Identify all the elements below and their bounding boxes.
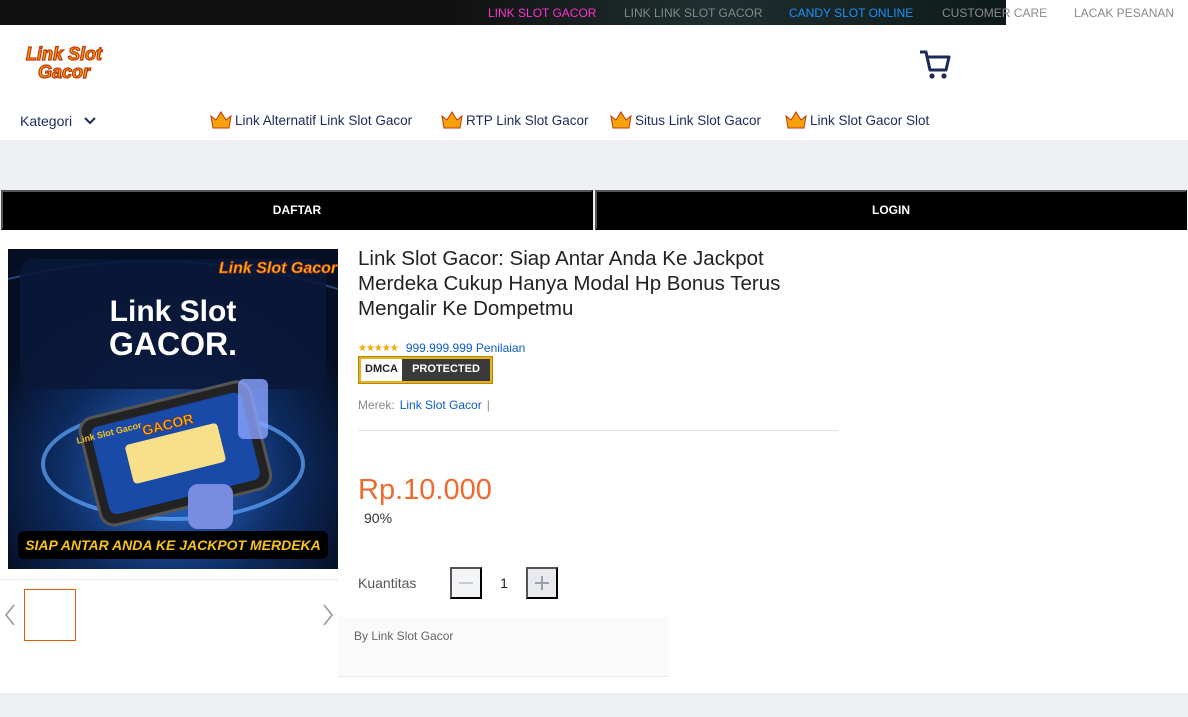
crown-badge-icon <box>610 111 632 129</box>
thumbnail[interactable] <box>24 589 76 641</box>
rating-count-link[interactable]: 999.999.999 Penilaian <box>406 341 525 355</box>
nav-link-label: RTP Link Slot Gacor <box>466 112 589 128</box>
thumbnail-divider <box>0 579 338 580</box>
brand-label: Merek: <box>358 398 395 412</box>
cart-icon[interactable] <box>918 48 952 80</box>
dmca-protected-label: PROTECTED <box>402 359 490 381</box>
banner-headline-1: Link Slot <box>110 295 237 328</box>
product-image[interactable]: Link Slot Gacor Link Slot GACOR. GACOR L… <box>8 249 338 569</box>
seller-box: By Link Slot Gacor <box>338 617 668 677</box>
auth-buttons-row: DAFTAR LOGIN <box>0 190 1188 230</box>
quantity-stepper: 1 <box>450 567 558 599</box>
decrease-button[interactable] <box>450 567 482 599</box>
grey-band <box>0 140 1188 190</box>
rating-row: ★★★★★ 999.999.999 Penilaian <box>358 341 525 355</box>
toplink-link-slot-gacor[interactable]: LINK SLOT GACOR <box>488 6 596 20</box>
toplink-lacak-pesanan[interactable]: LACAK PESANAN <box>1074 6 1174 20</box>
kategori-dropdown[interactable]: Kategori <box>20 113 96 129</box>
toplink-customer-care[interactable]: CUSTOMER CARE <box>942 6 1047 20</box>
nav-link-label: Link Slot Gacor Slot <box>810 112 930 128</box>
top-bar: LINK SLOT GACOR LINK LINK SLOT GACOR CAN… <box>0 0 1188 25</box>
chevron-right-icon[interactable] <box>322 604 334 626</box>
crown-badge-icon <box>785 111 807 129</box>
nav-link-label: Situs Link Slot Gacor <box>635 112 762 128</box>
product-title: Link Slot Gacor: Siap Antar Anda Ke Jack… <box>358 247 781 320</box>
site-logo[interactable]: Link Slot Gacor <box>4 43 124 81</box>
nav-link-rtp[interactable]: RTP Link Slot Gacor <box>441 110 589 130</box>
section-divider <box>358 430 838 431</box>
product-banner: Link Slot Gacor Link Slot GACOR. GACOR L… <box>8 249 338 569</box>
quantity-label: Kuantitas <box>358 575 417 591</box>
login-button[interactable]: LOGIN <box>595 190 1187 230</box>
discount-badge: 90% <box>364 510 393 526</box>
toplink-candy-slot-online[interactable]: CANDY SLOT ONLINE <box>789 6 913 20</box>
crown-badge-icon <box>210 111 232 129</box>
site-header: Link Slot Gacor Kategori Link Alternatif… <box>0 25 1188 140</box>
chevron-down-icon <box>84 117 96 125</box>
nav-link-alternatif[interactable]: Link Alternatif Link Slot Gacor <box>210 110 412 130</box>
svg-text:Link Slot: Link Slot <box>26 44 103 64</box>
product-price: Rp.10.000 <box>358 474 492 506</box>
svg-text:Gacor: Gacor <box>38 62 91 81</box>
brand-link[interactable]: Link Slot Gacor <box>400 398 482 412</box>
brand-row: Merek: Link Slot Gacor | <box>358 398 490 412</box>
crown-badge-icon <box>441 111 463 129</box>
daftar-button[interactable]: DAFTAR <box>1 190 593 230</box>
banner-corner-logo: Link Slot Gacor <box>219 260 338 277</box>
seller-byline: By Link Slot Gacor <box>354 629 454 643</box>
nav-link-situs[interactable]: Situs Link Slot Gacor <box>610 110 761 130</box>
toplink-link-link-slot-gacor[interactable]: LINK LINK SLOT GACOR <box>624 6 763 20</box>
footer-band <box>0 693 1188 717</box>
banner-headline-2: GACOR. <box>109 326 237 362</box>
plus-icon <box>535 576 549 590</box>
nav-link-label: Link Alternatif Link Slot Gacor <box>235 112 413 128</box>
chevron-left-icon[interactable] <box>4 604 16 626</box>
minus-icon <box>459 582 473 584</box>
star-rating-icon: ★★★★★ <box>358 342 399 354</box>
nav-link-slot[interactable]: Link Slot Gacor Slot <box>785 110 929 130</box>
kategori-label: Kategori <box>20 113 73 129</box>
banner-footer-text: SIAP ANTAR ANDA KE JACKPOT MERDEKA <box>25 537 321 553</box>
quantity-value[interactable]: 1 <box>482 575 526 591</box>
dmca-badge[interactable]: DMCA PROTECTED <box>358 356 493 384</box>
brand-separator: | <box>486 398 490 412</box>
increase-button[interactable] <box>526 567 558 599</box>
dmca-label: DMCA <box>361 359 402 381</box>
